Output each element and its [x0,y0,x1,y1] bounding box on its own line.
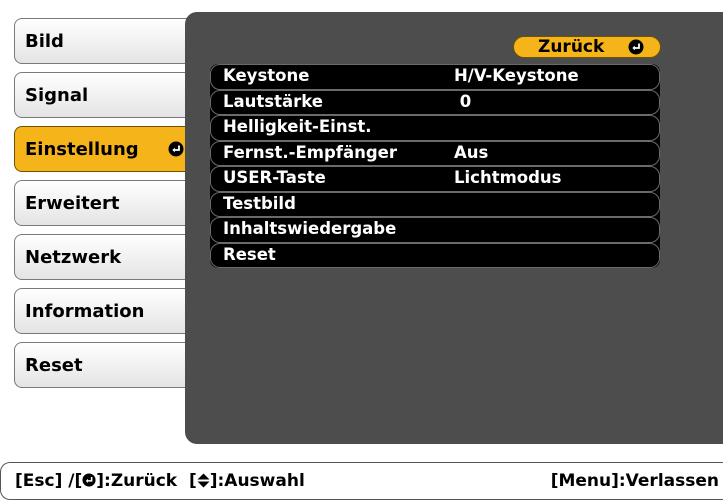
menu-item-reset[interactable]: Reset [14,342,192,388]
menu-item-label: Einstellung [25,138,139,160]
menu-item-erweitert[interactable]: Erweitert [14,180,192,226]
menu-item-bild[interactable]: Bild [14,18,192,64]
setting-value: 0 [454,91,472,111]
setting-label: Testbild [223,193,296,213]
menu-item-signal[interactable]: Signal [14,72,192,118]
up-down-arrow-icon [197,473,210,488]
menu-item-netzwerk[interactable]: Netzwerk [14,234,192,280]
setting-row-testbild[interactable]: Testbild [210,191,660,217]
menu-item-label: Netzwerk [25,246,122,268]
menu-item-label: Erweitert [25,192,120,214]
menu-item-label: Signal [25,84,89,106]
status-hint-right: [Menu]:Verlassen [550,471,719,491]
menu-item-einstellung[interactable]: Einstellung [14,126,192,172]
menu-item-label: Information [25,300,145,322]
status-text: ]:Zurück [ [96,471,197,491]
setting-label: Keystone [223,66,310,85]
menu-item-information[interactable]: Information [14,288,192,334]
setting-row-lautstaerke[interactable]: Lautstärke 0 [210,89,660,115]
setting-label: Fernst.-Empfänger [223,142,397,162]
back-button-label: Zurück [538,37,605,57]
setting-value: H/V-Keystone [454,66,579,85]
status-text: [Esc] /[ [15,471,83,491]
setting-row-keystone[interactable]: Keystone H/V-Keystone [210,64,660,90]
enter-icon [82,473,96,487]
setting-label: Lautstärke [223,91,323,111]
setting-row-fernst-empfaenger[interactable]: Fernst.-Empfänger Aus [210,140,660,166]
setting-row-helligkeit[interactable]: Helligkeit-Einst. [210,115,660,141]
settings-list: Keystone H/V-Keystone Lautstärke 0 Helli… [210,64,660,268]
setting-label: Inhaltswiedergabe [223,219,397,238]
back-button[interactable]: Zurück [513,36,661,58]
status-text: ]:Auswahl [209,471,305,491]
setting-label: Reset [223,244,276,264]
menu-item-label: Bild [25,30,64,52]
setting-value: Lichtmodus [454,168,562,187]
setting-label: USER-Taste [223,168,326,187]
setting-value: Aus [454,142,489,162]
menu-item-label: Reset [25,354,83,376]
enter-icon [628,39,644,55]
status-bar: [Esc] /[ ]:Zurück [ ]:Auswahl [Menu]:Verla… [0,462,723,500]
enter-icon [168,141,184,157]
setting-row-user-taste[interactable]: USER-Taste Lichtmodus [210,166,660,192]
setting-label: Helligkeit-Einst. [223,117,372,136]
setting-row-inhaltswiedergabe[interactable]: Inhaltswiedergabe [210,217,660,243]
setting-row-reset[interactable]: Reset [210,242,660,268]
status-hint-left: [Esc] /[ ]:Zurück [ ]:Auswahl [15,471,305,491]
